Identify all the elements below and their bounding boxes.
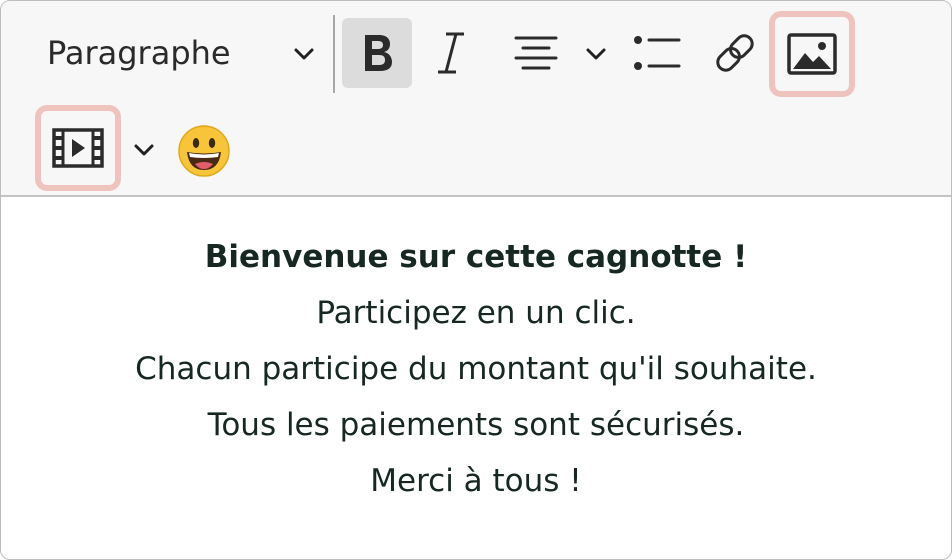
bullet-list-button[interactable] (627, 27, 687, 79)
rich-text-editor: Paragraphe Bienvenue sur cette cagnotte … (0, 0, 952, 560)
align-center-icon (514, 36, 558, 70)
editor-toolbar: Paragraphe (1, 1, 951, 197)
smiley-emoji-icon (178, 125, 230, 177)
content-heading: Bienvenue sur cette cagnotte ! (204, 239, 748, 275)
chevron-down-icon (586, 48, 606, 60)
align-dropdown-button[interactable] (581, 39, 611, 69)
italic-button[interactable] (421, 25, 481, 81)
video-dropdown-button[interactable] (129, 135, 159, 165)
chevron-down-icon (294, 48, 314, 60)
image-icon (787, 33, 837, 75)
italic-icon (438, 32, 464, 74)
content-line: Chacun participe du montant qu'il souhai… (135, 351, 817, 387)
content-line: Participez en un clic. (316, 295, 636, 331)
link-icon (716, 34, 754, 72)
align-button[interactable] (506, 27, 566, 79)
video-icon (52, 128, 104, 168)
insert-image-button[interactable] (769, 11, 855, 97)
bold-icon (365, 35, 392, 71)
chevron-down-icon (134, 144, 154, 156)
content-line: Merci à tous ! (370, 463, 582, 499)
insert-video-button[interactable] (35, 105, 121, 191)
format-select[interactable]: Paragraphe (47, 25, 325, 81)
content-line: Tous les paiements sont sécurisés. (207, 407, 745, 443)
link-button[interactable] (707, 25, 763, 81)
toolbar-separator (333, 15, 335, 93)
bold-button[interactable] (342, 18, 412, 88)
emoji-button[interactable] (176, 123, 232, 179)
format-select-label: Paragraphe (47, 34, 231, 72)
bullet-list-icon (634, 36, 681, 70)
